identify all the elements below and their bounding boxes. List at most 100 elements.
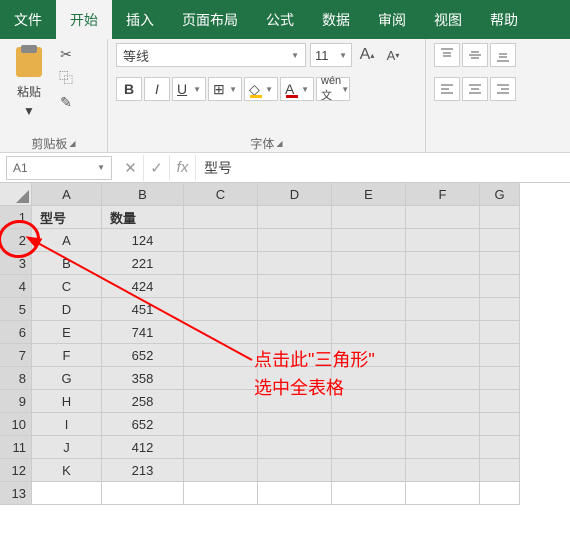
col-header-E[interactable]: E — [332, 183, 406, 206]
cell-B3[interactable]: 221 — [102, 252, 184, 275]
grow-font-button[interactable]: A▴ — [356, 44, 378, 66]
fx-icon[interactable]: fx — [170, 155, 196, 181]
formula-bar[interactable]: 型号 — [196, 155, 570, 181]
cell-G13[interactable] — [480, 482, 520, 505]
tab-view[interactable]: 视图 — [420, 0, 476, 39]
font-size-select[interactable]: 11▼ — [310, 43, 352, 67]
cell-B1[interactable]: 数量 — [102, 206, 184, 229]
tab-formula[interactable]: 公式 — [252, 0, 308, 39]
cell-B4[interactable]: 424 — [102, 275, 184, 298]
cell-A3[interactable]: B — [32, 252, 102, 275]
fx-cancel-icon[interactable]: ✕ — [118, 155, 144, 181]
cell-A12[interactable]: K — [32, 459, 102, 482]
cell-D4[interactable] — [258, 275, 332, 298]
cell-D10[interactable] — [258, 413, 332, 436]
cell-C5[interactable] — [184, 298, 258, 321]
cell-D5[interactable] — [258, 298, 332, 321]
cell-A10[interactable]: I — [32, 413, 102, 436]
fill-color-button[interactable]: ◇▼ — [244, 77, 278, 101]
cell-C1[interactable] — [184, 206, 258, 229]
cell-F11[interactable] — [406, 436, 480, 459]
cell-G7[interactable] — [480, 344, 520, 367]
name-box[interactable]: A1▼ — [6, 156, 112, 180]
cell-D3[interactable] — [258, 252, 332, 275]
cell-G8[interactable] — [480, 367, 520, 390]
cell-E3[interactable] — [332, 252, 406, 275]
cell-D2[interactable] — [258, 229, 332, 252]
paste-button[interactable]: 粘贴 ▼ — [8, 43, 50, 118]
col-header-G[interactable]: G — [480, 183, 520, 206]
cell-D11[interactable] — [258, 436, 332, 459]
cell-C11[interactable] — [184, 436, 258, 459]
row-header-9[interactable]: 9 — [0, 390, 32, 413]
cell-B9[interactable]: 258 — [102, 390, 184, 413]
tab-review[interactable]: 审阅 — [364, 0, 420, 39]
row-header-11[interactable]: 11 — [0, 436, 32, 459]
italic-button[interactable]: I — [144, 77, 170, 101]
cell-A8[interactable]: G — [32, 367, 102, 390]
cell-C4[interactable] — [184, 275, 258, 298]
cell-A7[interactable]: F — [32, 344, 102, 367]
cell-G12[interactable] — [480, 459, 520, 482]
cell-C12[interactable] — [184, 459, 258, 482]
format-painter-icon[interactable]: ✎ — [56, 93, 76, 111]
cell-C13[interactable] — [184, 482, 258, 505]
cell-D13[interactable] — [258, 482, 332, 505]
tab-data[interactable]: 数据 — [308, 0, 364, 39]
cell-B5[interactable]: 451 — [102, 298, 184, 321]
grid[interactable]: ABCDEFG1型号数量2A1243B2214C4245D4516E7417F6… — [0, 183, 570, 505]
cell-A13[interactable] — [32, 482, 102, 505]
tab-insert[interactable]: 插入 — [112, 0, 168, 39]
cell-C6[interactable] — [184, 321, 258, 344]
font-color-button[interactable]: A▼ — [280, 77, 314, 101]
cell-E13[interactable] — [332, 482, 406, 505]
cell-C8[interactable] — [184, 367, 258, 390]
cell-E6[interactable] — [332, 321, 406, 344]
cell-G11[interactable] — [480, 436, 520, 459]
align-middle-button[interactable] — [462, 43, 488, 67]
tab-layout[interactable]: 页面布局 — [168, 0, 252, 39]
cell-F5[interactable] — [406, 298, 480, 321]
cell-A1[interactable]: 型号 — [32, 206, 102, 229]
cell-F3[interactable] — [406, 252, 480, 275]
cell-B11[interactable]: 412 — [102, 436, 184, 459]
cell-G3[interactable] — [480, 252, 520, 275]
fx-enter-icon[interactable]: ✓ — [144, 155, 170, 181]
cell-E12[interactable] — [332, 459, 406, 482]
cell-G5[interactable] — [480, 298, 520, 321]
dialog-launcher-icon[interactable]: ◢ — [276, 139, 282, 148]
align-right-button[interactable] — [490, 77, 516, 101]
cell-E10[interactable] — [332, 413, 406, 436]
cell-F13[interactable] — [406, 482, 480, 505]
cell-F7[interactable] — [406, 344, 480, 367]
select-all-corner[interactable] — [0, 183, 32, 206]
cell-E4[interactable] — [332, 275, 406, 298]
row-header-4[interactable]: 4 — [0, 275, 32, 298]
font-name-select[interactable]: 等线▼ — [116, 43, 306, 67]
col-header-B[interactable]: B — [102, 183, 184, 206]
cell-C9[interactable] — [184, 390, 258, 413]
align-left-button[interactable] — [434, 77, 460, 101]
cell-B12[interactable]: 213 — [102, 459, 184, 482]
cell-A2[interactable]: A — [32, 229, 102, 252]
cell-B6[interactable]: 741 — [102, 321, 184, 344]
cell-B13[interactable] — [102, 482, 184, 505]
cell-B8[interactable]: 358 — [102, 367, 184, 390]
cell-F4[interactable] — [406, 275, 480, 298]
row-header-13[interactable]: 13 — [0, 482, 32, 505]
cell-G4[interactable] — [480, 275, 520, 298]
align-center-button[interactable] — [462, 77, 488, 101]
cell-E11[interactable] — [332, 436, 406, 459]
cell-G9[interactable] — [480, 390, 520, 413]
row-header-10[interactable]: 10 — [0, 413, 32, 436]
cell-F2[interactable] — [406, 229, 480, 252]
cell-A9[interactable]: H — [32, 390, 102, 413]
cell-F6[interactable] — [406, 321, 480, 344]
cell-F10[interactable] — [406, 413, 480, 436]
tab-file[interactable]: 文件 — [0, 0, 56, 39]
cell-F1[interactable] — [406, 206, 480, 229]
row-header-6[interactable]: 6 — [0, 321, 32, 344]
copy-icon[interactable]: ⿻ — [56, 69, 76, 87]
row-header-12[interactable]: 12 — [0, 459, 32, 482]
underline-button[interactable]: U▼ — [172, 77, 206, 101]
